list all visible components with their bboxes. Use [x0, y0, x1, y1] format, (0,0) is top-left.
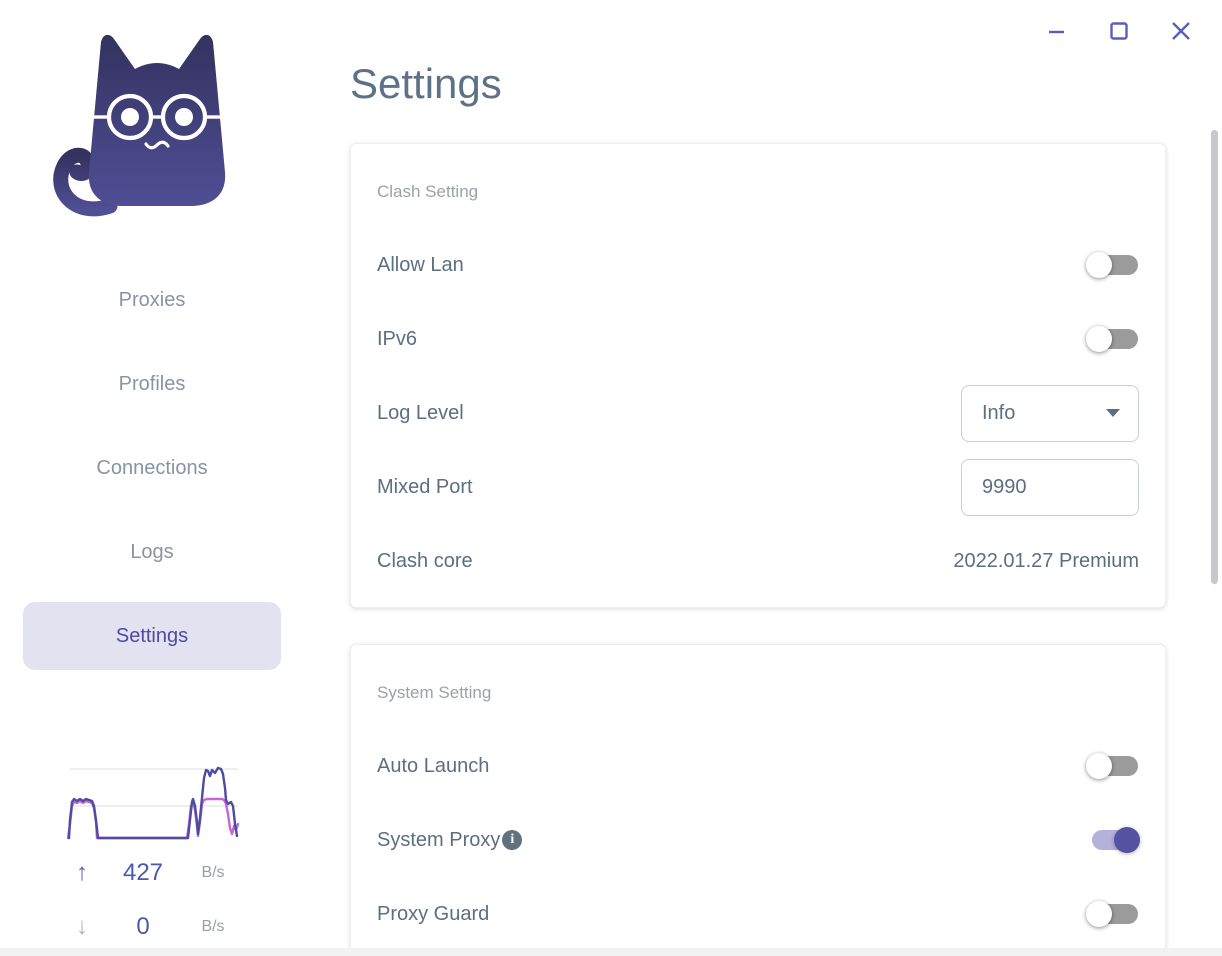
ipv6-row: IPv6: [377, 302, 1139, 376]
toggle-thumb: [1086, 753, 1112, 779]
toggle-thumb: [1086, 901, 1112, 927]
auto-launch-row: Auto Launch: [377, 729, 1139, 803]
clash-setting-card: Clash Setting Allow Lan IPv6 Log Level I…: [350, 143, 1166, 608]
download-arrow-icon: ↓: [76, 913, 88, 940]
auto-launch-label: Auto Launch: [377, 754, 490, 777]
upload-speed-value: 427: [122, 859, 164, 886]
allow-lan-toggle[interactable]: [1086, 252, 1139, 278]
maximize-button[interactable]: [1102, 14, 1136, 48]
upload-arrow-icon: ↑: [76, 859, 88, 886]
download-speed-unit: B/s: [201, 918, 225, 935]
download-speed-row: ↓ 0 B/s: [60, 912, 250, 942]
section-label-clash-setting: Clash Setting: [377, 182, 479, 201]
sidebar-item-proxies[interactable]: Proxies: [23, 266, 281, 334]
log-level-selected-value: Info: [982, 401, 1016, 424]
section-label-system-setting: System Setting: [377, 683, 492, 702]
system-setting-card: System Setting Auto Launch System Proxy …: [350, 644, 1166, 956]
close-button[interactable]: [1164, 14, 1198, 48]
close-icon: [1172, 22, 1190, 40]
minimize-icon: [1049, 30, 1064, 34]
proxy-guard-row: Proxy Guard: [377, 877, 1139, 951]
sidebar-nav: Proxies Profiles Connections Logs Settin…: [23, 266, 281, 686]
chevron-down-icon: [1106, 409, 1120, 417]
log-level-label: Log Level: [377, 401, 464, 424]
log-level-row: Log Level Info: [377, 376, 1139, 450]
proxy-guard-toggle[interactable]: [1086, 901, 1139, 927]
allow-lan-row: Allow Lan: [377, 228, 1139, 302]
minimize-button[interactable]: [1040, 14, 1074, 48]
auto-launch-toggle[interactable]: [1086, 753, 1139, 779]
mixed-port-label: Mixed Port: [377, 475, 473, 498]
upload-speed-row: ↑ 427 B/s: [60, 858, 250, 888]
ipv6-label: IPv6: [377, 327, 418, 350]
clash-cat-logo: [53, 34, 226, 217]
sidebar-item-profiles[interactable]: Profiles: [23, 350, 281, 418]
sidebar-item-logs[interactable]: Logs: [23, 518, 281, 586]
window-bottom-edge: [0, 948, 1222, 956]
clash-core-row: Clash core 2022.01.27 Premium: [377, 524, 1139, 598]
page-title: Settings: [350, 60, 502, 107]
upload-speed-unit: B/s: [201, 864, 225, 881]
toggle-thumb: [1086, 326, 1112, 352]
log-level-select[interactable]: Info: [961, 384, 1139, 442]
toggle-thumb: [1114, 827, 1140, 853]
mixed-port-input[interactable]: [961, 458, 1139, 516]
system-proxy-label-text: System Proxy: [377, 828, 501, 851]
system-proxy-toggle[interactable]: [1087, 827, 1140, 853]
clash-core-version: 2022.01.27 Premium: [953, 549, 1139, 572]
proxy-guard-label: Proxy Guard: [377, 902, 490, 925]
clash-core-label: Clash core: [377, 549, 473, 572]
sidebar-item-connections[interactable]: Connections: [23, 434, 281, 502]
ipv6-toggle[interactable]: [1086, 326, 1139, 352]
mixed-port-row: Mixed Port: [377, 450, 1139, 524]
upload-series-line: [67, 766, 239, 840]
system-proxy-row: System Proxy i: [377, 803, 1140, 877]
sidebar-item-settings[interactable]: Settings: [23, 602, 281, 670]
allow-lan-label: Allow Lan: [377, 253, 464, 276]
info-icon[interactable]: i: [502, 830, 523, 850]
vertical-scrollbar[interactable]: [1211, 130, 1218, 584]
window-controls: [1040, 14, 1198, 48]
sidebar: Proxies Profiles Connections Logs Settin…: [0, 0, 320, 956]
maximize-icon: [1110, 22, 1128, 40]
download-speed-value: 0: [136, 913, 150, 940]
toggle-thumb: [1086, 252, 1112, 278]
system-proxy-label: System Proxy i: [377, 828, 523, 852]
traffic-graph: [66, 766, 240, 840]
clash-for-windows-app: Proxies Profiles Connections Logs Settin…: [0, 0, 1222, 956]
